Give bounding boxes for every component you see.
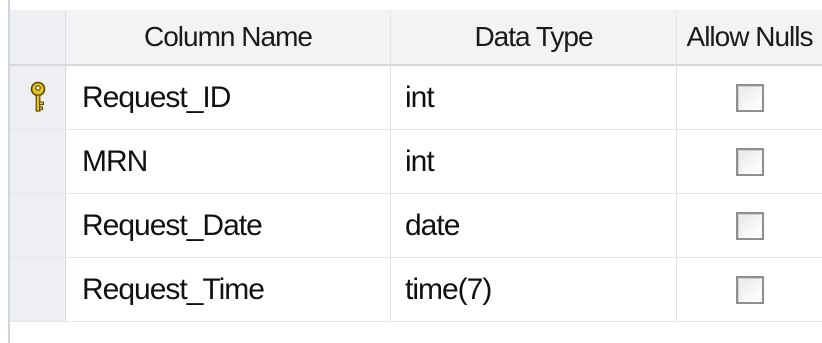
table-row[interactable]: MRN int xyxy=(10,130,822,194)
key-icon xyxy=(28,81,48,115)
allow-nulls-cell xyxy=(677,66,822,129)
allow-nulls-checkbox[interactable] xyxy=(735,211,764,240)
allow-nulls-cell xyxy=(677,130,822,193)
allow-nulls-cell xyxy=(677,258,822,321)
header-row-selector xyxy=(10,10,66,64)
row-selector[interactable] xyxy=(10,194,66,257)
header-allow-nulls[interactable]: Allow Nulls xyxy=(677,10,822,64)
column-name-cell[interactable]: Request_Date xyxy=(66,194,391,257)
row-selector[interactable] xyxy=(10,66,66,129)
data-type-cell[interactable]: int xyxy=(391,66,677,129)
table-designer: Column Name Data Type Allow Nulls Reques… xyxy=(0,0,822,343)
column-name-cell[interactable]: Request_Time xyxy=(66,258,391,321)
table-row[interactable]: Request_Time time(7) xyxy=(10,258,822,322)
allow-nulls-cell xyxy=(677,194,822,257)
table-row[interactable]: Request_ID int xyxy=(10,66,822,130)
data-type-cell[interactable]: int xyxy=(391,130,677,193)
header-data-type[interactable]: Data Type xyxy=(391,10,677,64)
column-name-cell[interactable]: Request_ID xyxy=(66,66,391,129)
header-column-name[interactable]: Column Name xyxy=(66,10,391,64)
row-selector[interactable] xyxy=(10,130,66,193)
column-grid: Column Name Data Type Allow Nulls Reques… xyxy=(10,10,822,322)
allow-nulls-checkbox[interactable] xyxy=(735,275,764,304)
data-type-cell[interactable]: date xyxy=(391,194,677,257)
allow-nulls-checkbox[interactable] xyxy=(735,147,764,176)
table-row[interactable]: Request_Date date xyxy=(10,194,822,258)
row-selector[interactable] xyxy=(10,258,66,321)
column-name-cell[interactable]: MRN xyxy=(66,130,391,193)
allow-nulls-checkbox[interactable] xyxy=(735,83,764,112)
grid-header-row: Column Name Data Type Allow Nulls xyxy=(10,10,822,66)
data-type-cell[interactable]: time(7) xyxy=(391,258,677,321)
